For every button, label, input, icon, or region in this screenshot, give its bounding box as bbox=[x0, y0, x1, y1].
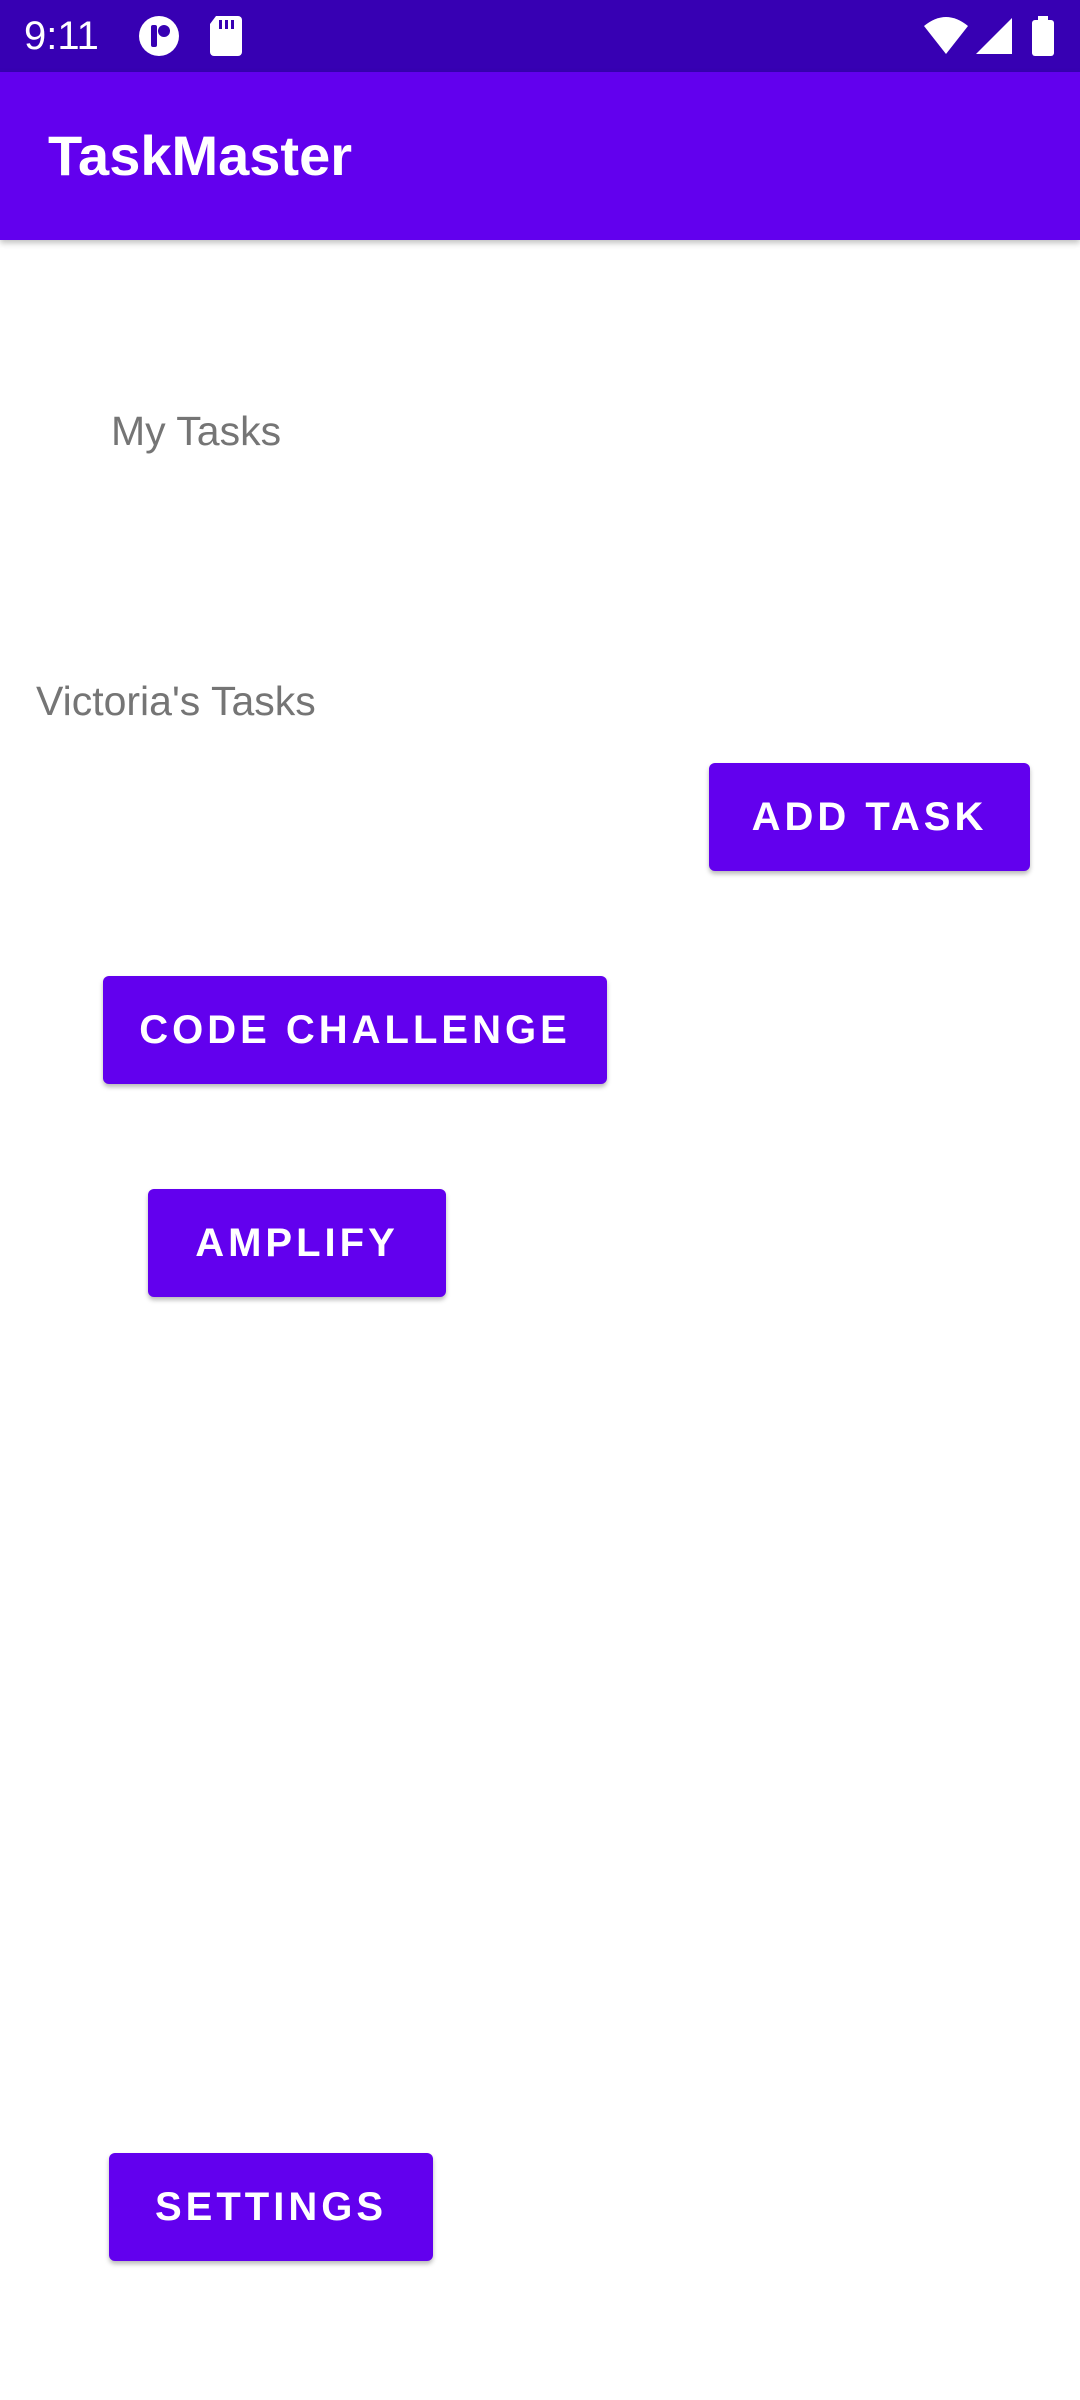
user-tasks-label: Victoria's Tasks bbox=[36, 678, 316, 724]
amplify-button[interactable]: AMPLIFY bbox=[148, 1189, 446, 1297]
add-task-button[interactable]: ADD TASK bbox=[709, 763, 1030, 871]
code-challenge-button[interactable]: CODE CHALLENGE bbox=[103, 976, 607, 1084]
my-tasks-label: My Tasks bbox=[111, 408, 282, 454]
notification-app-icon bbox=[137, 14, 181, 58]
status-time: 9:11 bbox=[24, 14, 99, 58]
sd-card-icon bbox=[208, 14, 244, 58]
settings-button[interactable]: SETTINGS bbox=[109, 2153, 433, 2261]
app-bar: TaskMaster bbox=[0, 72, 1080, 240]
wifi-icon bbox=[922, 14, 970, 58]
app-title: TaskMaster bbox=[48, 124, 353, 187]
screen: 9:11 TaskMaster My Tasks Victoria's Task… bbox=[0, 0, 1080, 2400]
cellular-signal-icon bbox=[974, 14, 1014, 58]
battery-icon bbox=[1030, 14, 1056, 58]
status-bar: 9:11 bbox=[0, 0, 1080, 72]
